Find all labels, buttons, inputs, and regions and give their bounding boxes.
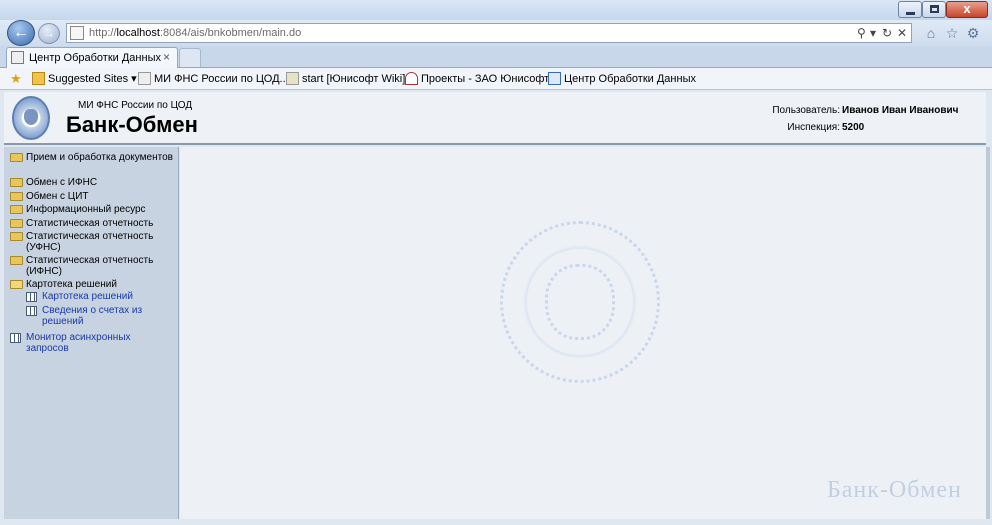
sidebar-item-label: Монитор асинхронных запросов [26,332,131,354]
address-prefix: http:// [89,27,117,39]
page-title: Банк-Обмен [66,112,198,137]
tab-bar: Центр Обработки Данных × [0,46,992,68]
sidebar-item-label: Статистическая отчетность [26,218,154,229]
minimize-icon [906,12,915,15]
sidebar-item-async-monitor[interactable]: Монитор асинхронных запросов [10,332,175,354]
main-content: Банк-Обмен [180,147,986,519]
back-button[interactable]: ← [7,20,35,46]
sidebar-item-stat-ufns[interactable]: Статистическая отчетность (УФНС) [10,231,175,253]
watermark-emblem-icon [500,221,660,383]
grid-icon [26,292,37,302]
ie-page-icon [548,72,561,85]
folder-icon [10,232,23,241]
inspection-label: Инспекция: [787,122,840,133]
forward-arrow-icon: → [43,26,55,40]
emblem-eagle [24,109,38,125]
inspection-code: 5200 [842,122,865,133]
watermark-text: Банк-Обмен [827,477,962,503]
grid-icon [10,333,21,343]
fav-label: Suggested Sites ▾ [48,73,137,85]
tab-title: Центр Обработки Данных [29,52,161,64]
fav-suggested-sites[interactable]: Suggested Sites ▾ [32,72,137,85]
close-icon: x [963,1,971,16]
sidebar-item-label: Статистическая отчетность (ИФНС) [26,255,154,277]
sidebar-item-label: Прием и обработка документов [26,152,173,163]
sidebar-item-label: Сведения о счетах из решений [42,305,143,327]
maximize-icon [930,5,939,13]
gear-icon[interactable]: ⚙ [964,24,982,42]
address-host: localhost [116,27,160,39]
folder-icon [10,219,23,228]
sidebar-item-label: Статистическая отчетность (УФНС) [26,231,154,253]
sidebar-item-label: Обмен с ИФНС [26,177,98,188]
fav-label: start [Юнисофт Wiki] [302,73,406,85]
sidebar-item-label: Картотека решений [42,291,133,302]
projects-icon [405,72,418,85]
tab-page-icon [11,51,24,64]
new-tab-button[interactable] [179,48,201,67]
close-window-button[interactable]: x [946,1,988,18]
folder-icon [10,192,23,201]
fav-wiki[interactable]: start [Юнисофт Wiki] [286,72,405,85]
grid-icon [26,306,37,316]
folder-icon [10,178,23,187]
minimize-button[interactable] [898,1,922,18]
address-text[interactable]: http://localhost:8084/ais/bnkobmen/main.… [89,27,301,39]
favorites-bar: ★ Suggested Sites ▾ МИ ФНС России по ЦОД… [0,68,992,90]
back-arrow-icon: ← [13,24,29,41]
sidebar-item-info-resource[interactable]: Информационный ресурс [10,204,175,215]
page-icon [138,72,151,85]
page-icon [70,26,84,40]
fns-emblem-icon [12,96,50,140]
folder-icon [10,205,23,214]
fav-projects[interactable]: Проекты - ЗАО Юнисофт [405,72,549,85]
stop-icon[interactable]: ✕ [897,26,907,40]
watermark-emblem-core [545,264,615,340]
address-rest: :8084/ais/bnkobmen/main.do [159,27,302,39]
tab-active[interactable]: Центр Обработки Данных × [6,47,178,68]
maximize-button[interactable] [922,1,946,18]
dropdown-icon[interactable]: ▾ [870,26,876,40]
sidebar-item-cit-exchange[interactable]: Обмен с ЦИТ [10,191,175,202]
sidebar-item-label: Картотека решений [26,279,117,290]
refresh-icon[interactable]: ↻ [882,26,892,40]
page-header: МИ ФНС России по ЦОД Банк-Обмен Пользова… [4,92,986,145]
forward-button[interactable]: → [38,23,60,44]
org-name: МИ ФНС России по ЦОД [78,100,193,111]
sidebar-item-decisions-file[interactable]: Картотека решений [26,291,176,302]
favorites-icon[interactable]: ★ [10,71,22,87]
fav-label: МИ ФНС России по ЦОД... [154,73,289,85]
address-bar[interactable]: http://localhost:8084/ais/bnkobmen/main.… [66,23,912,43]
fav-label: Центр Обработки Данных [564,73,696,85]
sidebar-item-documents[interactable]: Прием и обработка документов [10,152,175,163]
fav-mi-fns[interactable]: МИ ФНС России по ЦОД... [138,72,289,85]
window-titlebar: x [0,0,992,20]
user-label: Пользователь: [772,105,840,116]
fav-data-center[interactable]: Центр Обработки Данных [548,72,696,85]
sidebar-item-decisions-folder[interactable]: Картотека решений [10,279,175,290]
page-edge [986,147,990,519]
sidebar-item-label: Информационный ресурс [26,204,146,215]
navigation-bar: ← → http://localhost:8084/ais/bnkobmen/m… [0,20,992,46]
folder-icon [10,256,23,265]
sidebar-item-account-info[interactable]: Сведения о счетах из решений [26,305,176,327]
folder-icon [10,153,23,162]
user-name: Иванов Иван Иванович [842,105,959,116]
tab-close-icon[interactable]: × [163,50,170,64]
web-page: МИ ФНС России по ЦОД Банк-Обмен Пользова… [0,90,992,525]
favorites-star-icon[interactable]: ☆ [943,24,961,42]
sidebar-item-label: Обмен с ЦИТ [26,191,89,202]
folder-open-icon [10,280,23,289]
wiki-icon [286,72,299,85]
sidebar-item-stat-ifns[interactable]: Статистическая отчетность (ИФНС) [10,255,175,277]
suggested-sites-icon [32,72,45,85]
search-icon[interactable]: ⚲ [857,26,866,40]
sidebar-item-stat-reports[interactable]: Статистическая отчетность [10,218,175,229]
home-icon[interactable]: ⌂ [922,24,940,42]
sidebar-menu: Прием и обработка документов Обмен с ИФН… [4,147,179,519]
fav-label: Проекты - ЗАО Юнисофт [421,73,550,85]
sidebar-item-ifns-exchange[interactable]: Обмен с ИФНС [10,177,175,188]
